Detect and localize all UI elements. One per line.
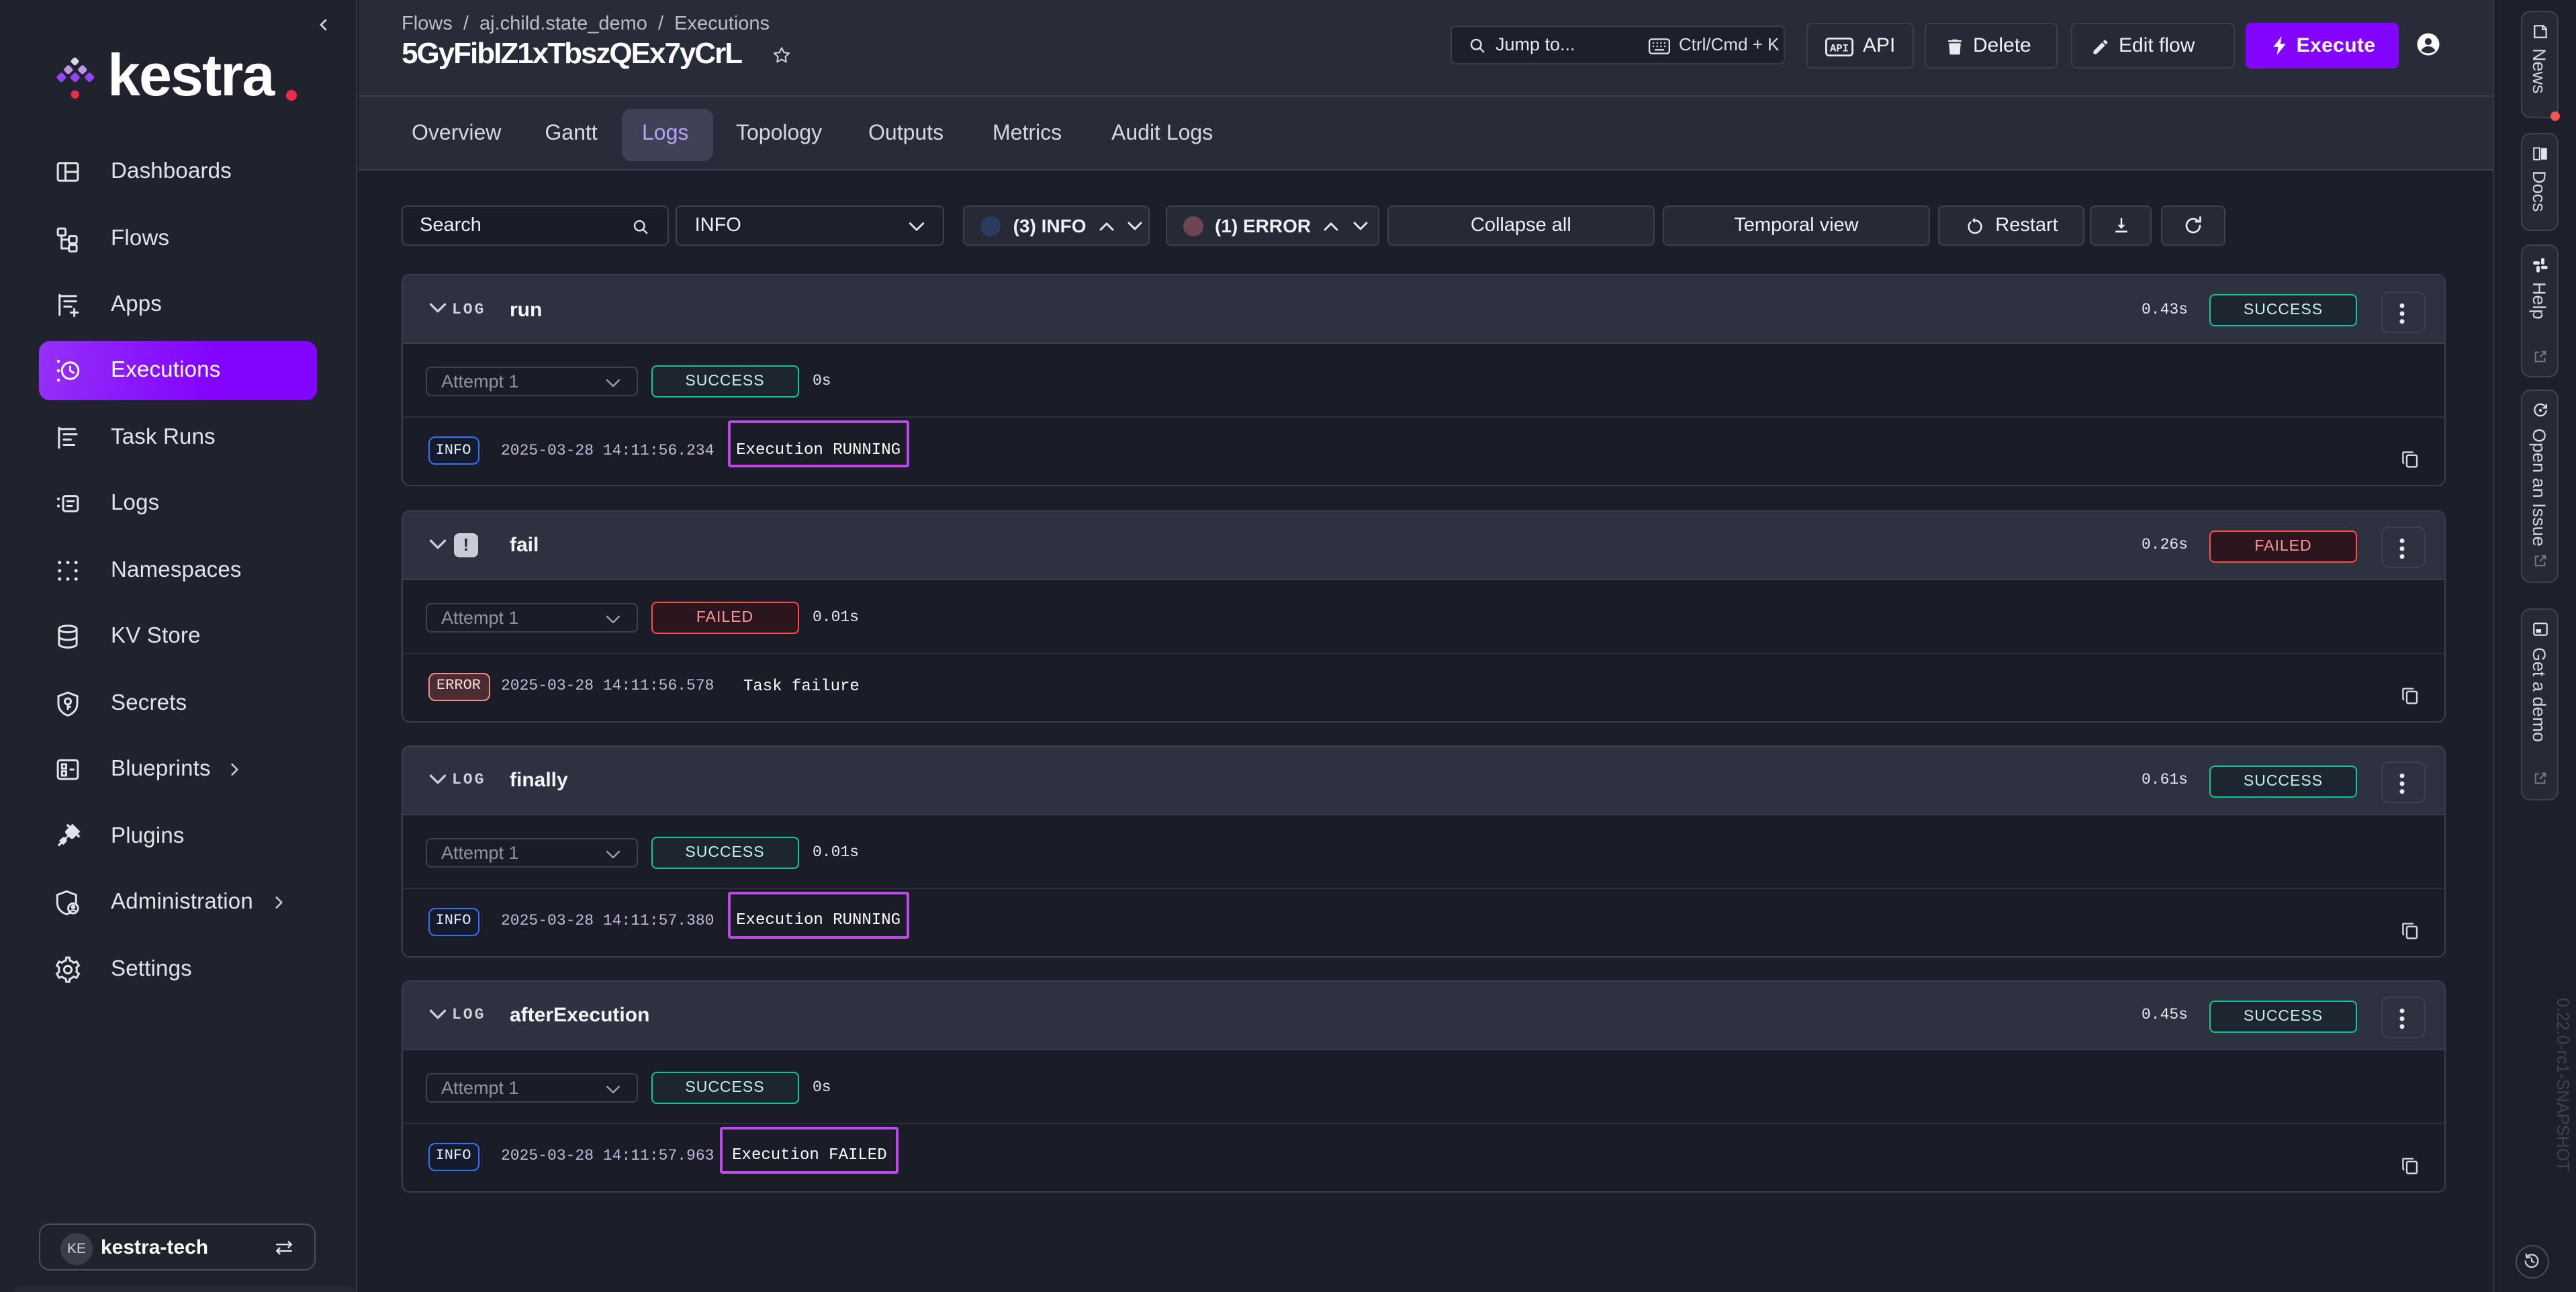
svg-text:API: API <box>1830 42 1849 54</box>
